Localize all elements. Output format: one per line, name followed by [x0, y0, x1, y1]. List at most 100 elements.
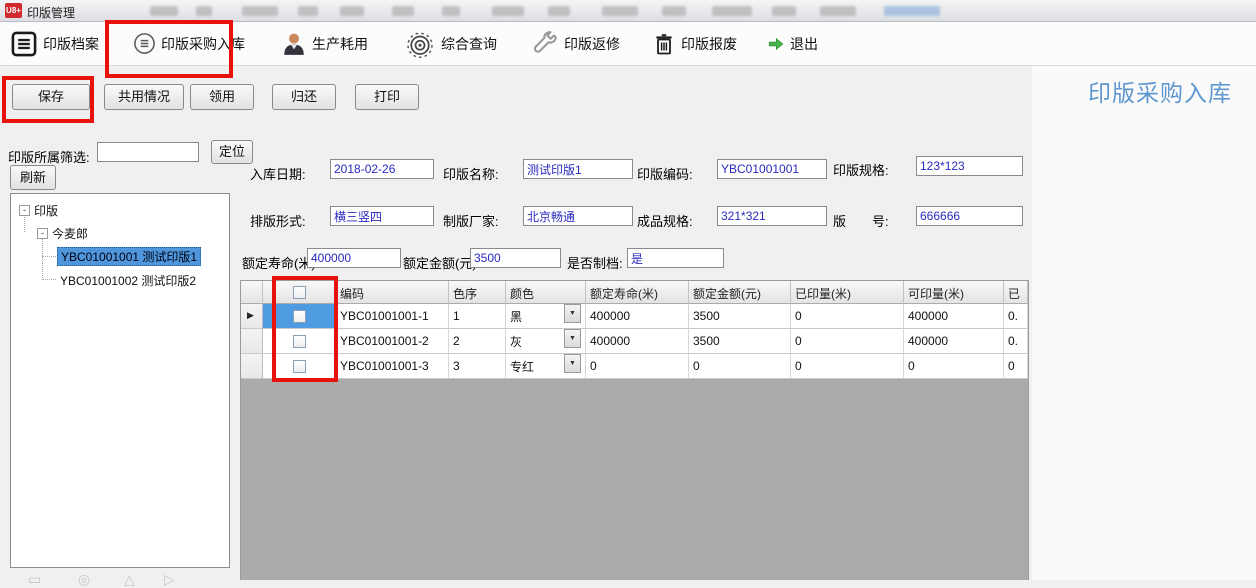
column-header-printable[interactable]: 可印量(米) — [904, 281, 1004, 304]
borrow-button[interactable]: 领用 — [190, 84, 254, 110]
redacted-menu-item-active — [884, 6, 940, 16]
tree-node-root[interactable]: - 印版 — [19, 202, 58, 219]
print-button[interactable]: 打印 — [355, 84, 419, 110]
return-button[interactable]: 归还 — [272, 84, 336, 110]
cell-truncated[interactable]: 0. — [1004, 329, 1028, 354]
cell-seq[interactable]: 1 — [449, 304, 506, 329]
in-date-field[interactable] — [330, 159, 434, 179]
cell-truncated[interactable]: 0 — [1004, 354, 1028, 379]
product-spec-field[interactable] — [717, 206, 827, 226]
rated-life-field[interactable] — [307, 248, 401, 268]
table-row[interactable]: YBC01001001-2 2 灰 ▼ 400000 3500 0 400000… — [241, 329, 1028, 354]
cell-printable[interactable]: 400000 — [904, 329, 1004, 354]
toolbar-label: 生产耗用 — [312, 34, 368, 54]
toolbar-item-plate-repair[interactable]: 印版返修 — [521, 24, 630, 64]
plate-maker-field[interactable] — [523, 206, 633, 226]
tree-node-group[interactable]: - 今麦郎 — [37, 225, 88, 242]
chevron-down-icon[interactable]: ▼ — [564, 354, 581, 373]
color-combobox[interactable]: 黑 ▼ — [506, 304, 581, 323]
cell-amount[interactable]: 3500 — [689, 329, 791, 354]
plate-name-field[interactable] — [523, 159, 633, 179]
cell-color[interactable]: 灰 ▼ — [506, 329, 586, 354]
plate-maker-label: 制版厂家: — [443, 211, 499, 230]
app-logo: U8+ — [5, 3, 22, 18]
column-header-life[interactable]: 额定寿命(米) — [586, 281, 689, 304]
tree-guide-line — [42, 279, 56, 280]
plate-filter-label: 印版所属筛选: — [8, 147, 90, 166]
cell-seq[interactable]: 2 — [449, 329, 506, 354]
cell-seq[interactable]: 3 — [449, 354, 506, 379]
cell-amount[interactable]: 3500 — [689, 304, 791, 329]
tree-guide-line — [42, 256, 56, 257]
redacted-menu-item — [340, 6, 364, 16]
cell-code[interactable]: YBC01001001-2 — [336, 329, 449, 354]
redacted-menu-item — [392, 6, 414, 16]
tree-node-label: YBC01001002 测试印版2 — [60, 272, 196, 289]
color-combobox[interactable]: 灰 ▼ — [506, 329, 581, 348]
cell-life[interactable]: 0 — [586, 354, 689, 379]
toolbar-item-plate-archive[interactable]: 印版档案 — [0, 24, 109, 64]
toolbar-item-exit[interactable]: 退出 — [757, 24, 828, 64]
column-header-color[interactable]: 颜色 — [506, 281, 586, 304]
redacted-menu-item — [442, 6, 460, 16]
toolbar-item-comprehensive-query[interactable]: 综合查询 — [394, 24, 507, 64]
locate-button[interactable]: 定位 — [211, 140, 253, 164]
cell-truncated[interactable]: 0. — [1004, 304, 1028, 329]
column-header-printed[interactable]: 已印量(米) — [791, 281, 904, 304]
collapse-icon[interactable]: - — [37, 228, 48, 239]
cell-life[interactable]: 400000 — [586, 304, 689, 329]
cell-printed[interactable]: 0 — [791, 329, 904, 354]
plate-code-field[interactable] — [717, 159, 827, 179]
cell-life[interactable]: 400000 — [586, 329, 689, 354]
cell-printed[interactable]: 0 — [791, 354, 904, 379]
title-bar: U8+ 印版管理 — [0, 0, 1256, 22]
color-detail-grid: 编码 色序 颜色 额定寿命(米) 额定金额(元) 已印量(米) 可印量(米) 已… — [240, 280, 1029, 580]
column-header-amount[interactable]: 额定金额(元) — [689, 281, 791, 304]
toolbar-item-plate-scrap[interactable]: 印版报废 — [642, 24, 747, 64]
toolbar-item-production-consumption[interactable]: 生产耗用 — [271, 24, 378, 64]
cell-color[interactable]: 黑 ▼ — [506, 304, 586, 329]
layout-form-field[interactable] — [330, 206, 434, 226]
refresh-button[interactable]: 刷新 — [10, 165, 56, 190]
tree-node-label: 今麦郎 — [52, 225, 88, 242]
table-row[interactable]: YBC01001001-3 3 专红 ▼ 0 0 0 0 0 — [241, 354, 1028, 379]
cell-printable[interactable]: 0 — [904, 354, 1004, 379]
shared-status-button[interactable]: 共用情况 — [104, 84, 184, 110]
color-combobox[interactable]: 专红 ▼ — [506, 354, 581, 373]
grid-empty-area — [241, 379, 1028, 580]
toolbar-label: 印版档案 — [43, 34, 99, 54]
plate-tree: - 印版 - 今麦郎 YBC01001001 测试印版1 YBC01001002… — [10, 193, 230, 568]
annotation-box-purchase-inbound — [105, 20, 233, 78]
cell-printed[interactable]: 0 — [791, 304, 904, 329]
content-background — [1032, 66, 1256, 580]
plate-name-label: 印版名称: — [443, 164, 499, 183]
cell-color[interactable]: 专红 ▼ — [506, 354, 586, 379]
toolbar-label: 退出 — [790, 34, 818, 54]
column-header-truncated[interactable]: 已 — [1004, 281, 1028, 304]
redacted-menu-item — [712, 6, 752, 16]
cell-code[interactable]: YBC01001001-3 — [336, 354, 449, 379]
plate-spec-field[interactable] — [916, 156, 1023, 176]
row-indicator-cell — [241, 329, 263, 354]
cell-amount[interactable]: 0 — [689, 354, 791, 379]
chevron-down-icon[interactable]: ▼ — [564, 304, 581, 323]
tree-item-plate-1[interactable]: YBC01001001 测试印版1 — [57, 248, 201, 265]
plate-spec-label: 印版规格: — [833, 160, 889, 179]
rated-amount-field[interactable] — [470, 248, 561, 268]
is-archived-field[interactable] — [627, 248, 724, 268]
redacted-menu-item — [772, 6, 796, 16]
chevron-down-icon[interactable]: ▼ — [564, 329, 581, 348]
collapse-icon[interactable]: - — [19, 205, 30, 216]
column-header-code[interactable]: 编码 — [336, 281, 449, 304]
column-header-seq[interactable]: 色序 — [449, 281, 506, 304]
plate-filter-input[interactable] — [97, 142, 199, 162]
cell-code[interactable]: YBC01001001-1 — [336, 304, 449, 329]
cell-printable[interactable]: 400000 — [904, 304, 1004, 329]
row-indicator-cell — [241, 354, 263, 379]
plate-number-field[interactable] — [916, 206, 1023, 226]
tree-node-label: 印版 — [34, 202, 58, 219]
tree-item-plate-2[interactable]: YBC01001002 测试印版2 — [60, 272, 196, 289]
eye-icon — [404, 29, 436, 59]
table-row[interactable]: ▶ YBC01001001-1 1 黑 ▼ 400000 3500 0 4000… — [241, 304, 1028, 329]
color-combobox-value: 灰 — [506, 329, 564, 348]
